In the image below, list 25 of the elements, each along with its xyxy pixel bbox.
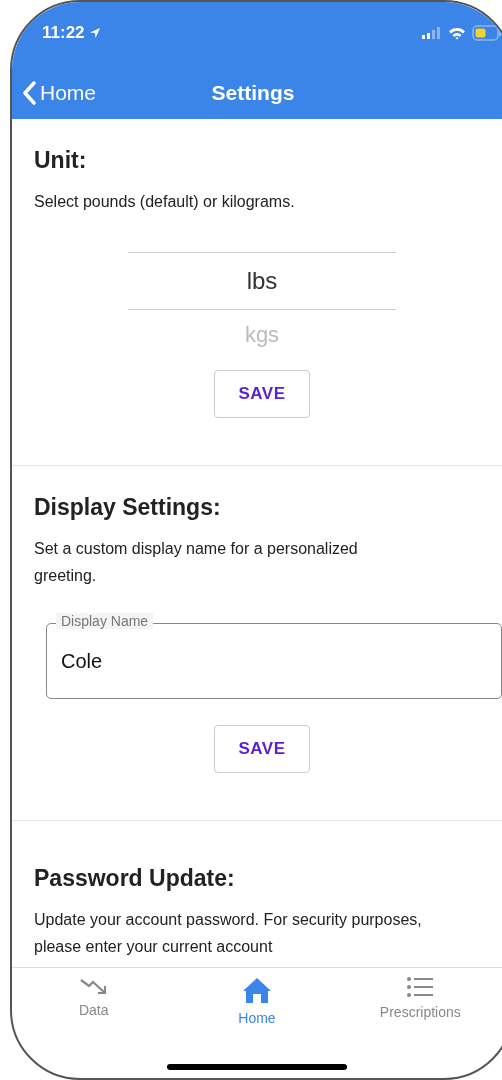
section-heading: Unit: [34,147,88,174]
tab-item[interactable]: Data [12,968,176,1046]
chevron-left-icon [22,81,36,105]
screen-title: Settings [211,81,295,104]
section-description: Select pounds (default) or kilograms. [34,192,296,212]
section-description: Set a custom display name for a personalized greeting. [34,539,359,586]
section-description: Update your account password. For security purposes, please enter your current account [34,910,423,957]
tab-item[interactable]: Prescriptions [338,968,502,1046]
section-heading: Display Settings: [34,494,222,521]
picker-option[interactable]: lbs [128,252,396,310]
field-label: Display Name [56,613,154,629]
back-button[interactable]: Home [22,81,97,105]
save-button[interactable]: SAVE [214,725,310,773]
location-arrow-icon [88,27,101,39]
signal-icon [422,27,442,39]
list-icon [407,976,434,998]
save-button[interactable]: SAVE [214,370,310,418]
home-icon [242,976,272,1004]
trend-down-icon [78,976,109,996]
wifi-icon [448,26,466,40]
section-heading: Password Update: [34,865,236,892]
tab-item[interactable]: Home [175,968,339,1046]
picker-option[interactable]: kgs [128,310,396,358]
status-time: 11:22 [42,23,85,43]
battery-icon [472,25,502,41]
